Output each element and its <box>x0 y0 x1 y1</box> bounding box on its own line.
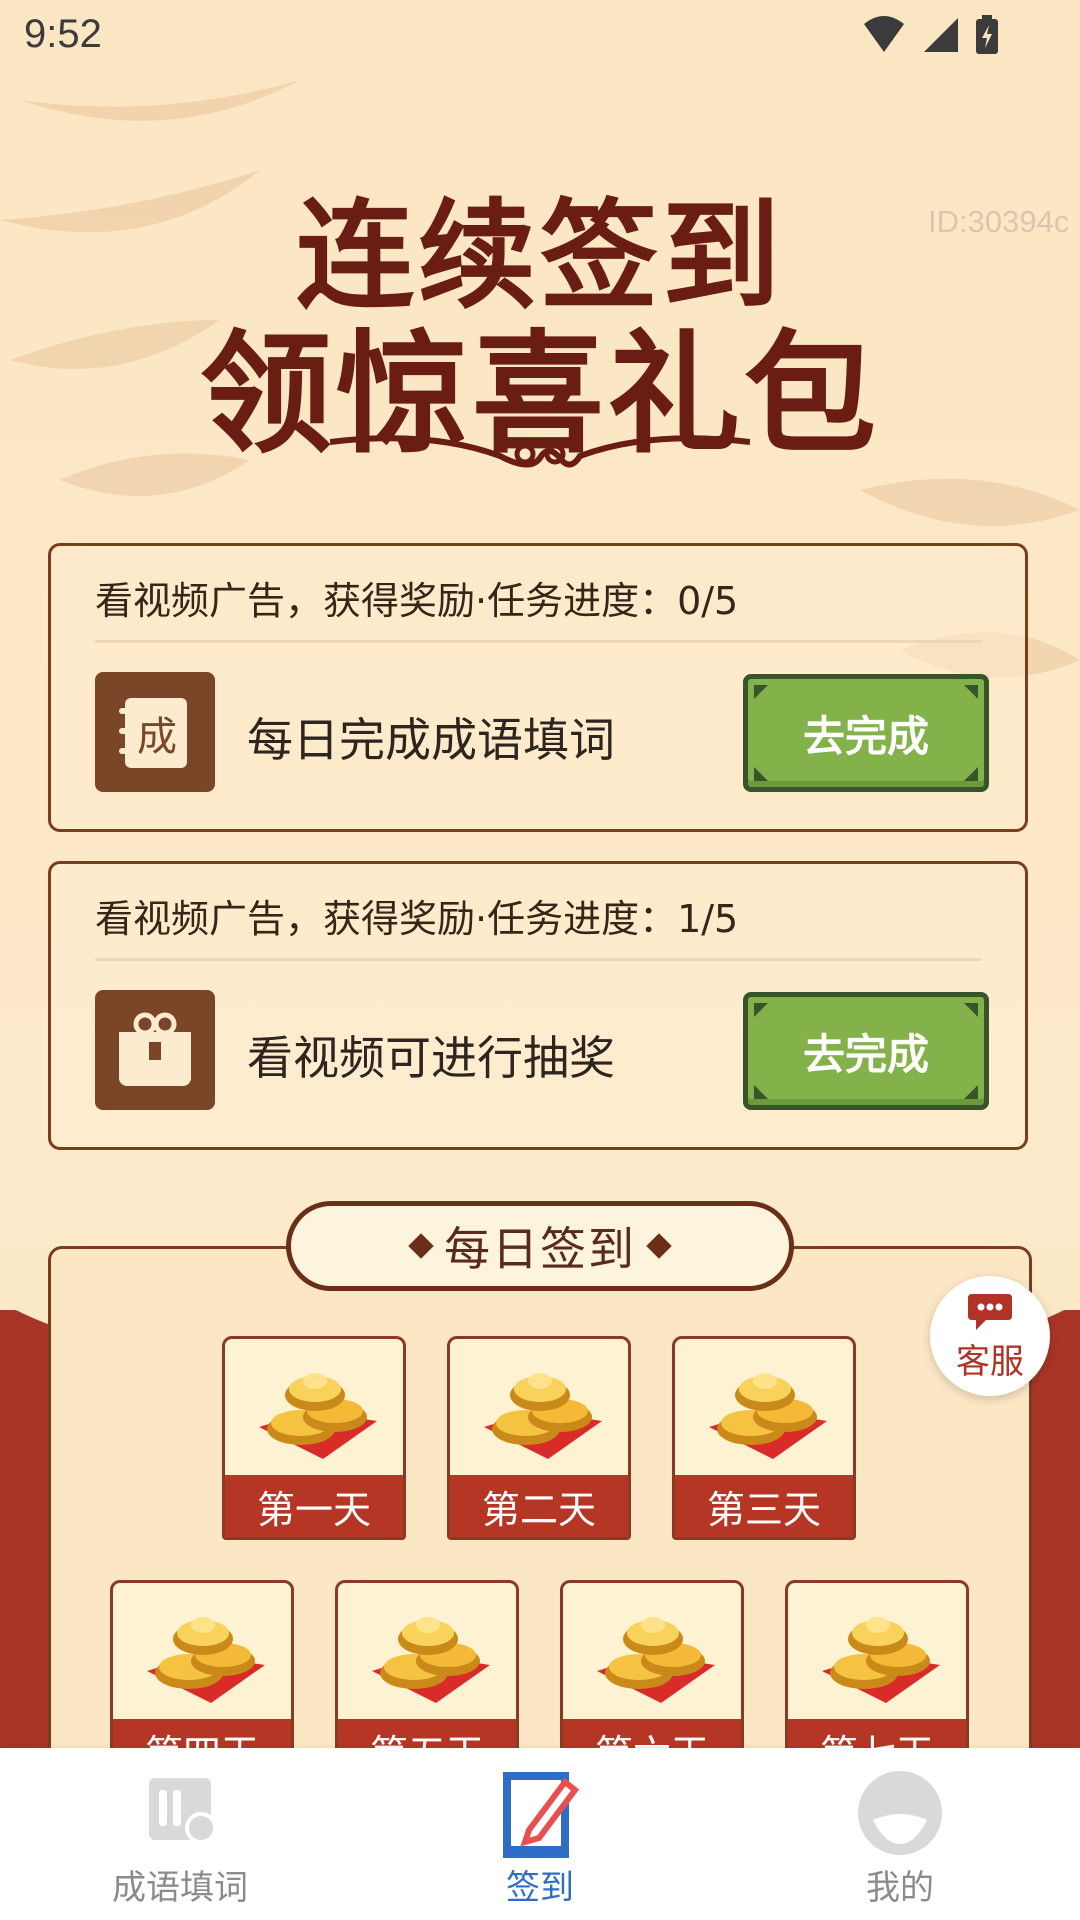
button-corner <box>754 1003 768 1017</box>
day-label: 第二天 <box>450 1475 628 1537</box>
go-complete-label: 去完成 <box>802 1029 929 1079</box>
gold-ingot-icon <box>147 1617 265 1703</box>
divider <box>95 958 981 961</box>
gold-ingot-icon <box>259 1373 377 1459</box>
gold-ingot-icon <box>709 1373 827 1459</box>
gold-ingot-icon <box>372 1617 490 1703</box>
wifi-icon <box>864 16 904 52</box>
gold-ingot-icon <box>597 1617 715 1703</box>
go-complete-label: 去完成 <box>802 711 929 761</box>
daily-checkin-label: 每日签到 <box>444 1222 636 1276</box>
button-corner <box>964 1003 978 1017</box>
nav-item-idiom[interactable]: 成语填词 <box>50 1748 310 1920</box>
task-header: 看视频广告，获得奖励·任务进度：1/5 <box>95 897 739 941</box>
button-corner <box>964 685 978 699</box>
gold-ingot-icon <box>484 1373 602 1459</box>
task-title: 每日完成成语填词 <box>247 713 615 767</box>
checkin-day-card[interactable]: 第一天 <box>222 1336 406 1540</box>
gold-ingot-icon <box>822 1617 940 1703</box>
divider <box>95 640 981 643</box>
daily-checkin-title: 每日签到 <box>286 1201 794 1291</box>
task-header: 看视频广告，获得奖励·任务进度：0/5 <box>95 579 739 623</box>
task-card-idiom: 看视频广告，获得奖励·任务进度：0/5 成 每日完成成语填词 去完成 <box>48 543 1028 832</box>
gift-box-icon <box>95 990 215 1110</box>
button-corner <box>754 1085 768 1099</box>
day-label: 第三天 <box>675 1475 853 1537</box>
checkin-day-card[interactable]: 第三天 <box>672 1336 856 1540</box>
book-icon <box>149 1778 217 1844</box>
svg-text:成: 成 <box>137 714 177 760</box>
nav-label: 成语填词 <box>112 1868 248 1908</box>
nav-label: 我的 <box>866 1868 934 1908</box>
button-corner <box>754 685 768 699</box>
signal-icon <box>924 18 958 52</box>
button-corner <box>754 767 768 781</box>
button-corner <box>964 1085 978 1099</box>
go-complete-button[interactable]: 去完成 <box>743 992 989 1110</box>
battery-icon <box>976 15 998 54</box>
edit-icon <box>503 1772 580 1858</box>
status-time: 9:52 <box>24 12 102 56</box>
task-title: 看视频可进行抽奖 <box>247 1031 615 1085</box>
go-complete-button[interactable]: 去完成 <box>743 674 989 792</box>
idiom-book-icon: 成 <box>95 672 215 792</box>
customer-service-button[interactable]: 客服 <box>930 1276 1050 1396</box>
bottom-navigation: 成语填词 签到 我的 <box>0 1748 1080 1920</box>
task-card-lottery: 看视频广告，获得奖励·任务进度：1/5 看视频可进行抽奖 去完成 <box>48 861 1028 1150</box>
day-label: 第一天 <box>225 1475 403 1537</box>
profile-icon <box>858 1771 942 1855</box>
nav-label: 签到 <box>506 1868 574 1908</box>
checkin-day-card[interactable]: 第二天 <box>447 1336 631 1540</box>
chat-bubble-icon <box>968 1294 1012 1330</box>
flourish-ornament <box>330 435 750 468</box>
status-bar: 9:52 <box>0 0 1080 80</box>
status-icons <box>862 14 1000 56</box>
button-corner <box>964 767 978 781</box>
diamond-icon <box>646 1233 672 1259</box>
diamond-icon <box>408 1233 434 1259</box>
customer-service-label: 客服 <box>956 1342 1024 1382</box>
nav-item-profile[interactable]: 我的 <box>770 1748 1030 1920</box>
nav-item-checkin[interactable]: 签到 <box>410 1748 670 1920</box>
